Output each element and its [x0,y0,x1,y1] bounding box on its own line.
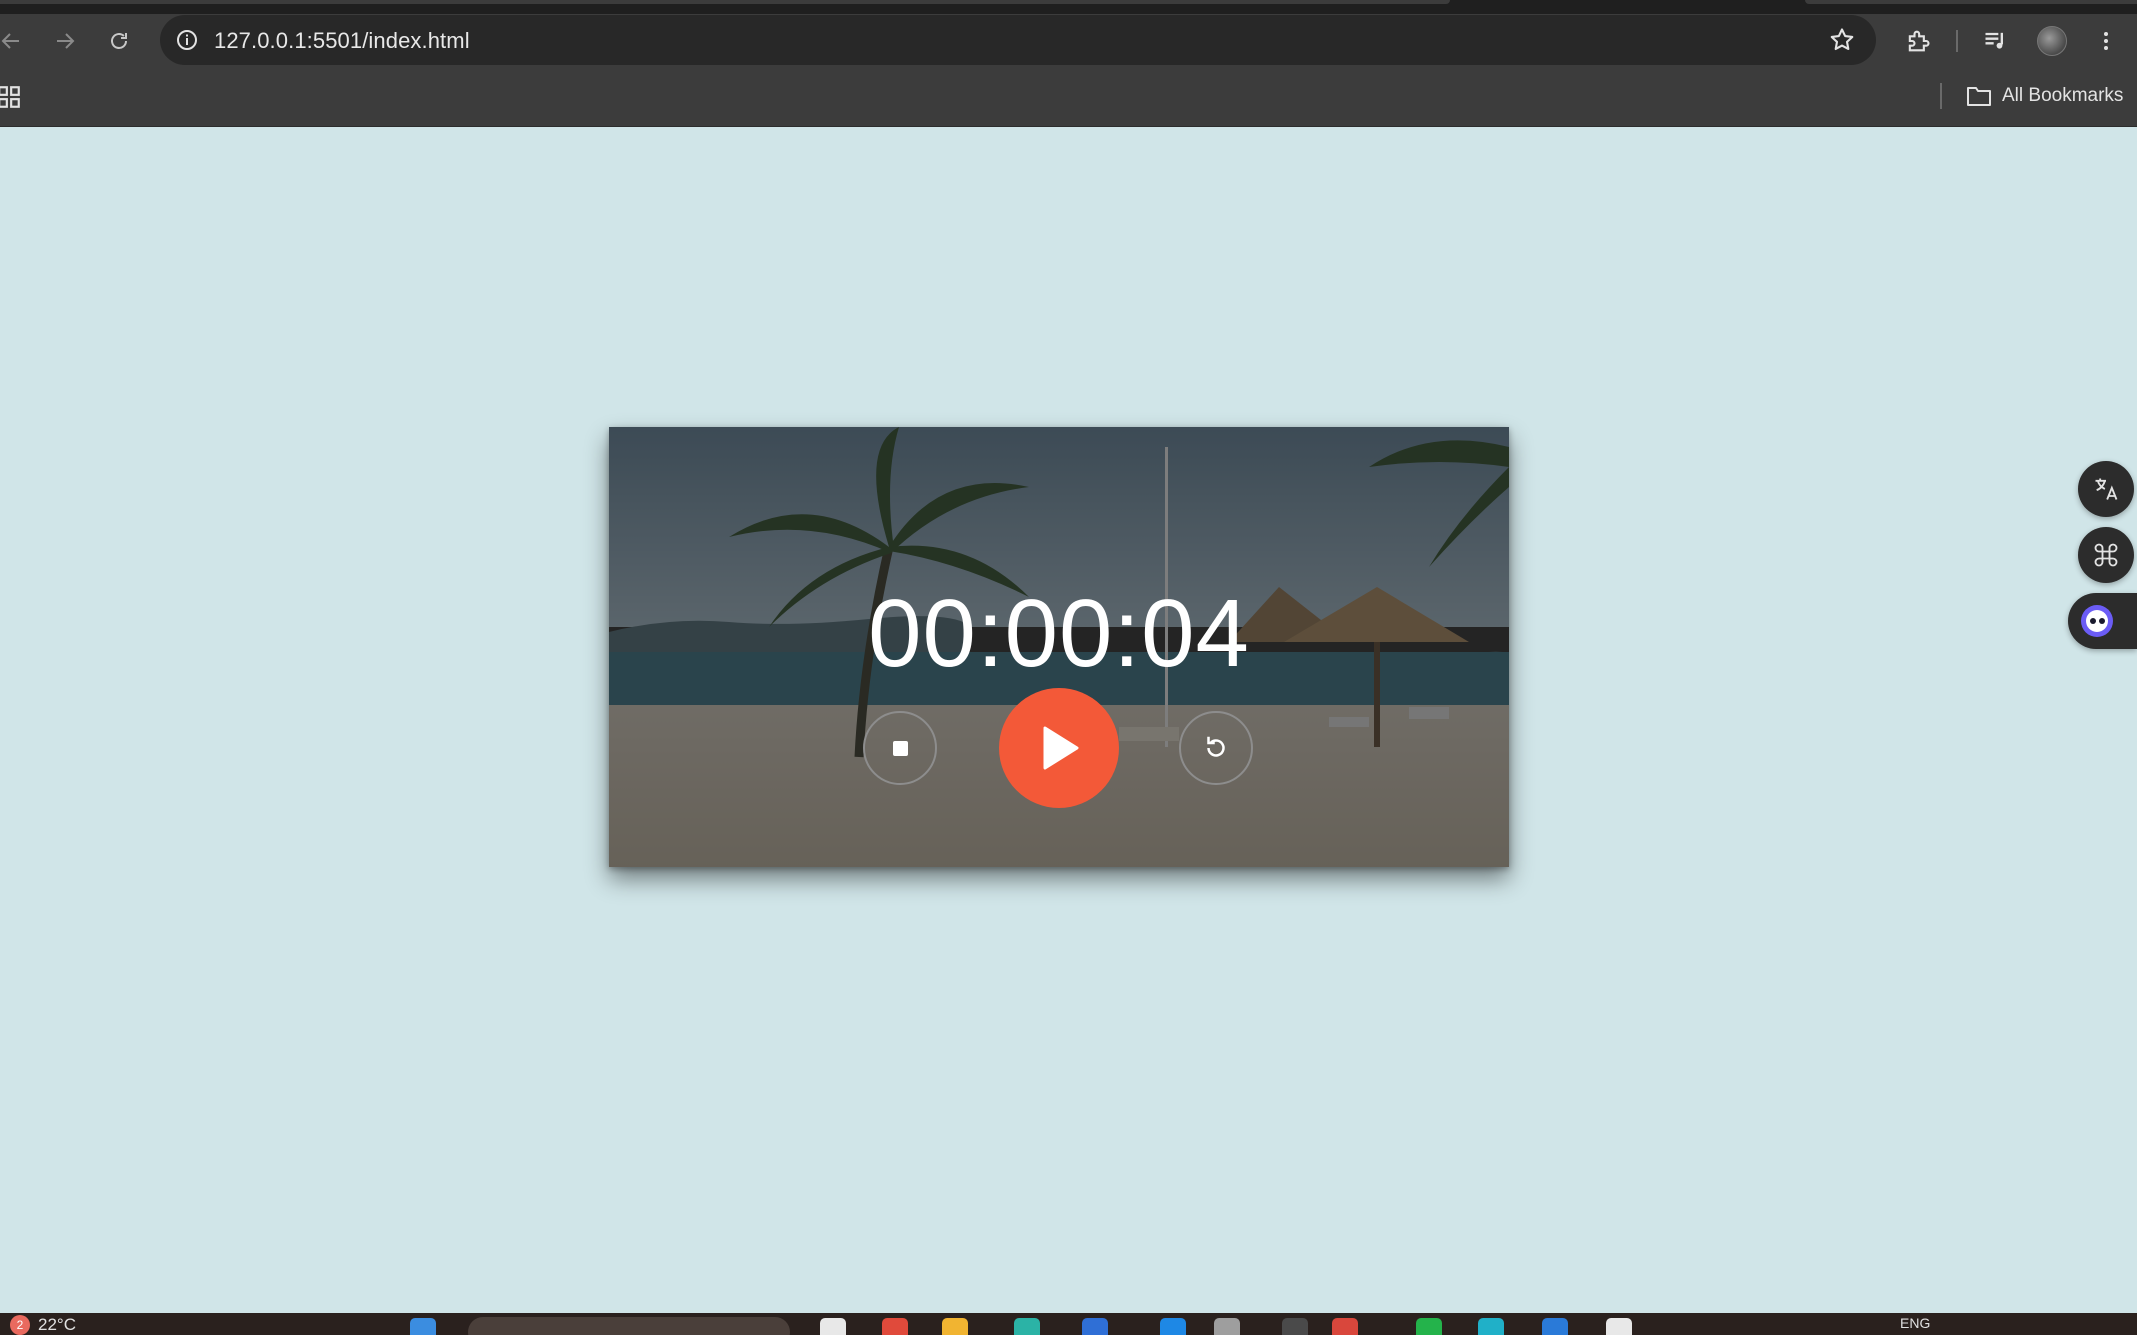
browser-toolbar: 127.0.0.1:5501/index.html [0,14,2137,67]
folder-icon [1967,87,1991,106]
language-indicator[interactable]: ENG [1900,1315,1930,1331]
command-button[interactable] [2078,527,2134,583]
taskbar-app-icon[interactable] [1082,1318,1108,1335]
assistant-icon [2081,605,2113,637]
taskbar-app-icon[interactable] [1160,1318,1186,1335]
stopwatch-card: 00:00:04 [609,427,1509,867]
notification-badge: 2 [10,1315,30,1335]
taskbar-app-icon[interactable] [1416,1318,1442,1335]
weather-widget[interactable]: 2 22°C [10,1315,76,1335]
star-icon[interactable] [1828,26,1856,54]
taskbar-app-icon[interactable] [1214,1318,1240,1335]
reload-icon [111,33,127,49]
apps-grid-icon[interactable] [0,84,22,110]
media-button[interactable] [1980,25,2012,57]
translate-icon [2095,478,2118,500]
stop-button[interactable] [863,711,937,785]
translate-button[interactable] [2078,461,2134,517]
browser-menu-button[interactable] [2090,25,2122,57]
reload-button[interactable] [100,22,138,60]
start-icon[interactable] [410,1318,436,1335]
address-bar[interactable]: 127.0.0.1:5501/index.html [160,15,1876,65]
puzzle-icon [1908,30,1930,52]
taskbar-app-icon[interactable] [1606,1318,1632,1335]
reset-icon [1207,736,1225,757]
reset-button[interactable] [1179,711,1253,785]
taskbar-app-icon[interactable] [820,1318,846,1335]
media-queue-icon [1985,32,2003,49]
all-bookmarks-button[interactable]: All Bookmarks [1966,81,2123,111]
url-text[interactable]: 127.0.0.1:5501/index.html [214,28,470,54]
assistant-button[interactable] [2068,593,2137,649]
profile-button[interactable] [2036,25,2068,57]
taskbar-app-icon[interactable] [1542,1318,1568,1335]
bookmarks-bar: All Bookmarks [0,67,2137,127]
background-tab[interactable] [1805,0,2137,4]
info-icon[interactable] [174,27,200,53]
taskbar-search[interactable] [468,1317,790,1335]
taskbar-app-icon[interactable] [882,1318,908,1335]
taskbar-app-icon[interactable] [1332,1318,1358,1335]
avatar [2037,26,2067,56]
all-bookmarks-label: All Bookmarks [2002,85,2124,106]
os-taskbar: 2 22°C ENG [0,1313,2137,1335]
elapsed-time: 00:00:04 [868,580,1250,687]
taskbar-app-icon[interactable] [1282,1318,1308,1335]
bookmarks-divider [1940,83,1942,109]
command-icon [2094,543,2118,567]
stop-icon [892,740,908,756]
arrow-right-icon [57,33,75,49]
tab-strip [0,0,2137,14]
play-icon [1043,726,1079,770]
active-tab[interactable] [0,0,1450,4]
toolbar-divider [1956,30,1958,52]
taskbar-app-icon[interactable] [1014,1318,1040,1335]
play-button[interactable] [999,688,1119,808]
taskbar-app-icon[interactable] [1478,1318,1504,1335]
temperature: 22°C [38,1315,76,1334]
taskbar-app-icon[interactable] [942,1318,968,1335]
forward-button[interactable] [46,22,84,60]
back-button[interactable] [0,22,30,60]
arrow-left-icon [1,33,19,49]
extensions-button[interactable] [1902,25,1934,57]
kebab-icon [2104,32,2108,50]
